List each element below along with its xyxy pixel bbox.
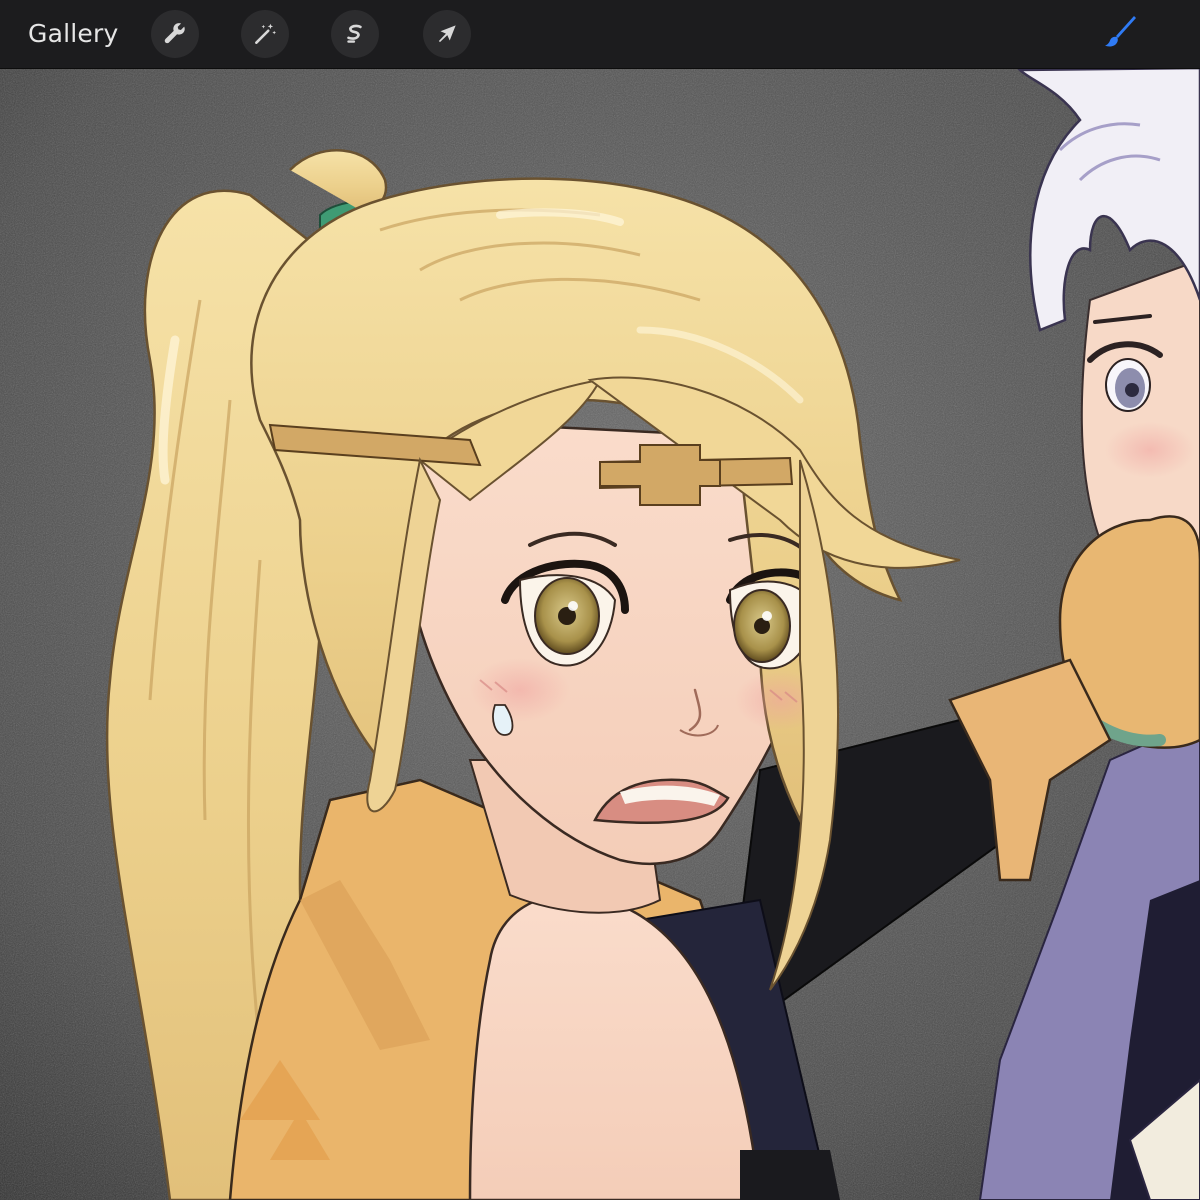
artwork	[0, 68, 1200, 1200]
selection-s-icon	[347, 24, 362, 43]
top-toolbar: Gallery	[0, 0, 1200, 69]
selection-button[interactable]	[331, 10, 379, 58]
transform-button[interactable]	[423, 10, 471, 58]
drawing-canvas[interactable]	[0, 68, 1200, 1200]
adjustments-button[interactable]	[241, 10, 289, 58]
brush-icon	[1105, 16, 1136, 47]
magic-wand-icon	[255, 23, 277, 44]
actions-button[interactable]	[151, 10, 199, 58]
arrow-cursor-icon	[438, 25, 456, 43]
procreate-app: Gallery	[0, 0, 1200, 1200]
brush-button[interactable]	[1094, 10, 1146, 58]
wrench-icon	[164, 23, 185, 44]
gallery-button[interactable]: Gallery	[28, 14, 118, 54]
